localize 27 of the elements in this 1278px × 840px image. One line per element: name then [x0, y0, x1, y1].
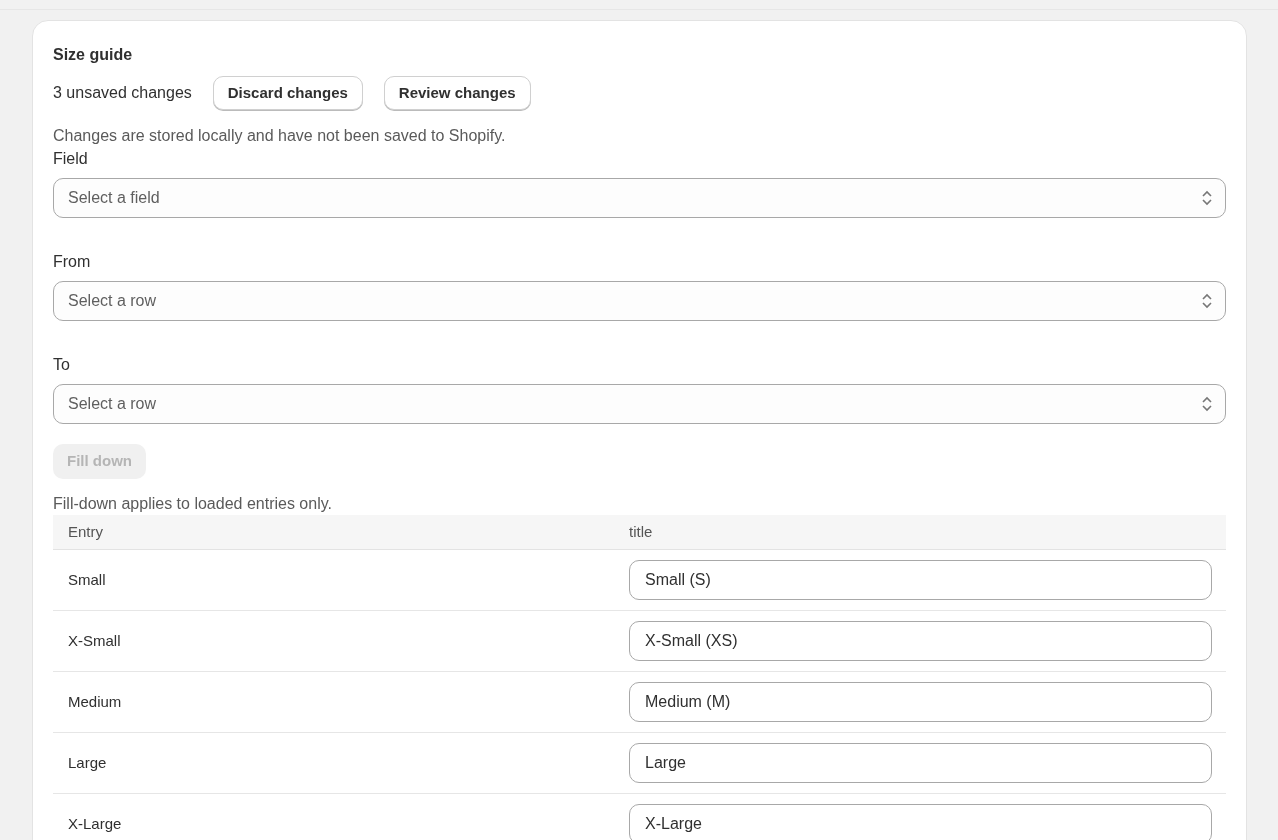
card-title: Size guide — [53, 45, 134, 65]
title-input[interactable]: Small (S) — [629, 560, 1212, 600]
storage-note: Changes are stored locally and have not been saved to Shopify. — [53, 126, 507, 146]
unsaved-count: 3 unsaved changes — [53, 83, 192, 103]
select-field[interactable]: Select a row — [53, 281, 1226, 321]
action-button[interactable]: Review changes — [383, 76, 531, 110]
action-button[interactable]: Discard changes — [212, 76, 363, 110]
select-label: Field — [53, 149, 89, 169]
entry-name: Large — [68, 754, 107, 771]
entry-name: X-Small — [68, 632, 121, 649]
column-header: title — [629, 521, 654, 542]
title-input[interactable]: Large — [629, 743, 1212, 783]
title-input[interactable]: Medium (M) — [629, 682, 1212, 722]
entry-name: Small — [68, 571, 106, 588]
entry-name: Medium — [68, 693, 122, 710]
title-input[interactable]: X-Small (XS) — [629, 621, 1212, 661]
title-input[interactable]: X-Large — [629, 804, 1212, 840]
select-field[interactable]: Select a row — [53, 384, 1226, 424]
chevron-up-down-icon — [1201, 189, 1213, 207]
entry-name: X-Large — [68, 815, 122, 832]
chevron-up-down-icon — [1201, 395, 1213, 413]
hint-text: Fill-down applies to loaded entries only. — [53, 494, 333, 514]
select-label: From — [53, 252, 92, 272]
select-label: To — [53, 355, 71, 375]
select-field[interactable]: Select a field — [53, 178, 1226, 218]
column-header: Entry — [67, 521, 104, 542]
chevron-up-down-icon — [1201, 292, 1213, 310]
